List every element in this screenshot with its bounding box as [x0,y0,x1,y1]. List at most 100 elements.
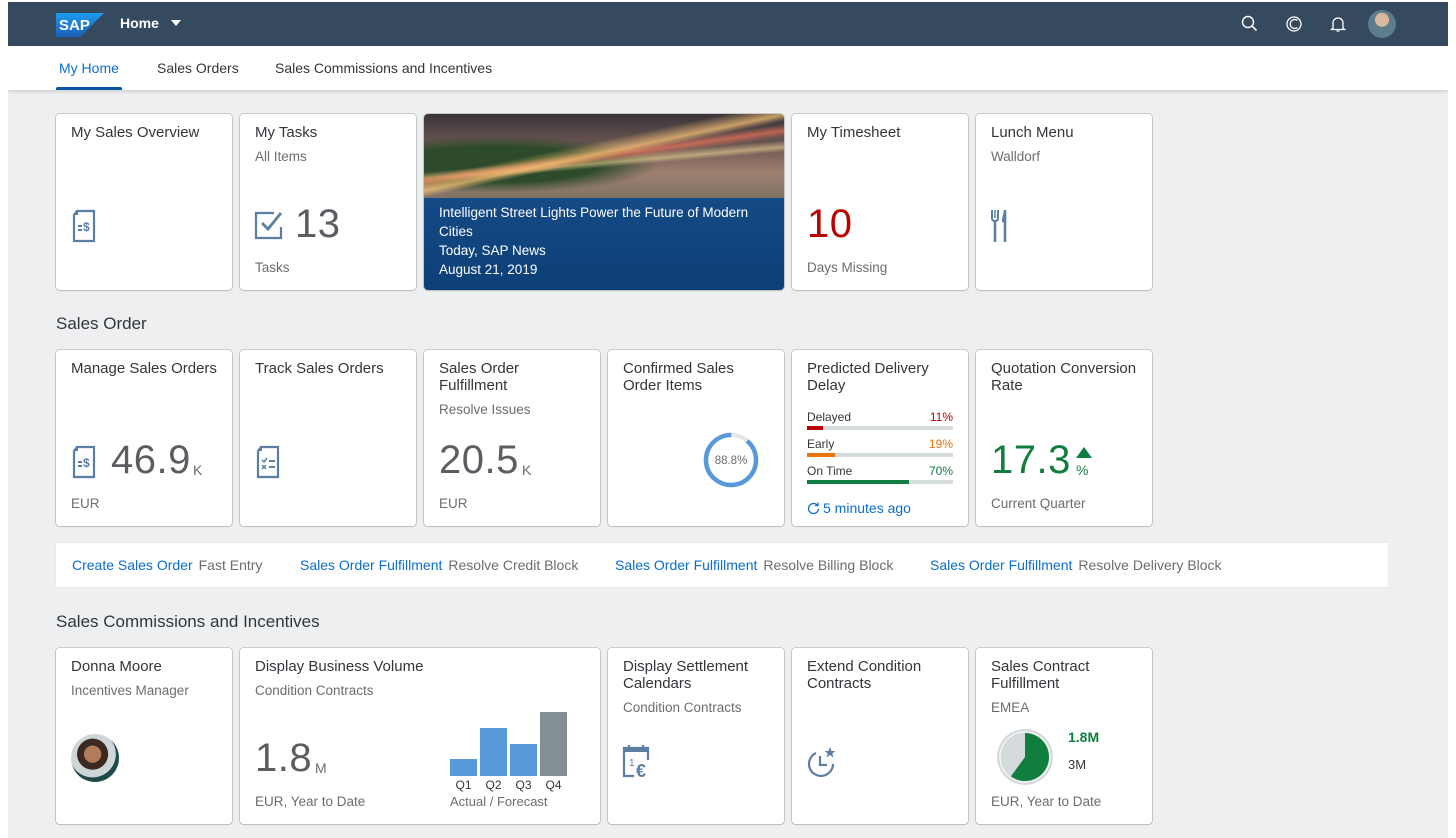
tab-my-home[interactable]: My Home [59,60,119,76]
tile-title: Quotation Conversion Rate [991,360,1137,394]
tile-title: Confirmed Sales Order Items [623,360,734,394]
link-resolve-credit-block[interactable]: Sales Order Fulfillment Resolve Credit Bl… [300,557,578,573]
svg-text:1: 1 [629,758,635,769]
radial-progress: 88.8% [703,432,759,488]
tile-display-settlement-calendars[interactable]: Display Settlement Calendars Condition C… [608,648,784,824]
active-tab-indicator [56,87,122,90]
tile-title: Lunch Menu [991,124,1074,141]
chart-tick-label: Q2 [485,778,502,792]
link-title: Sales Order Fulfillment [930,557,1073,573]
news-image [424,114,784,198]
tile-extend-condition-contracts[interactable]: Extend Condition Contracts [792,648,968,824]
sales-document-icon: $ [72,209,96,243]
news-date: August 21, 2019 [439,262,538,277]
task-check-icon [254,211,283,240]
tile-my-sales-overview[interactable]: My Sales Overview $ [56,114,232,290]
tab-sales-orders[interactable]: Sales Orders [157,60,239,76]
home-menu-button[interactable]: Home [120,15,181,31]
chart-bar-q3 [510,743,537,776]
delay-fill [807,480,910,484]
copilot-icon[interactable] [1284,14,1304,34]
tile-my-tasks[interactable]: My Tasks All Items 13 Tasks [240,114,416,290]
refresh-icon [807,502,820,514]
kpi-unit: K [193,462,203,478]
tile-subtitle: Walldorf [991,149,1041,164]
tile-footer: EUR [439,496,468,511]
news-source: Today, SAP News [439,243,546,258]
delay-label: Delayed [807,410,852,424]
tile-contact-donna-moore[interactable]: Donna Moore Incentives Manager [56,648,232,824]
link-title: Sales Order Fulfillment [300,557,443,573]
search-icon[interactable] [1240,14,1260,34]
chart-bar-q2 [480,727,507,776]
svg-text:$: $ [83,456,90,470]
delay-fill [807,453,835,457]
tile-subtitle: Condition Contracts [623,700,742,715]
contact-role: Incentives Manager [71,683,189,698]
tile-title: Display Settlement Calendars [623,658,749,692]
delay-value: 11% [929,410,953,424]
link-create-sales-order[interactable]: Create Sales Order Fast Entry [72,557,262,573]
chart-tick-label: Q1 [455,778,472,792]
tile-predicted-delivery-delay[interactable]: Predicted Delivery Delay Delayed 11% Ear… [792,350,968,526]
sales-document-icon: $ [72,445,96,479]
history-star-icon [807,747,836,777]
link-title: Sales Order Fulfillment [615,557,758,573]
tab-sales-commissions[interactable]: Sales Commissions and Incentives [275,60,492,76]
section-title-sales-order: Sales Order [56,314,147,333]
link-tiles: Create Sales Order Fast Entry Sales Order… [56,543,1388,587]
tile-title: Display Business Volume [255,658,424,675]
link-subtitle: Resolve Credit Block [448,557,579,573]
tile-subtitle: Condition Contracts [255,683,374,698]
kpi-value: 46.9 [111,438,191,482]
link-resolve-billing-block[interactable]: Sales Order Fulfillment Resolve Billing B… [615,557,893,573]
chart-bar-q1 [450,758,477,776]
contact-avatar [71,734,119,782]
meal-icon [991,210,1007,242]
tile-footer: Days Missing [807,260,888,275]
delay-fill [807,426,824,430]
fulfillment-pie [997,729,1053,785]
tile-title: Sales Contract Fulfillment [991,658,1090,692]
kpi-value: 17.3 [991,438,1071,482]
contact-name: Donna Moore [71,658,162,675]
tile-confirmed-sales-order-items[interactable]: Confirmed Sales Order Items 88.8% [608,350,784,526]
sap-logo[interactable]: SAP [56,13,104,37]
launchpad: SAP Home My Home Sales Orders Sales Comm… [8,2,1448,838]
tile-subtitle: EMEA [991,700,1030,715]
tile-manage-sales-orders[interactable]: Manage Sales Orders $ 46.9 K EUR [56,350,232,526]
tile-news[interactable]: Intelligent Street Lights Power the Futu… [424,114,784,290]
chart-bar-q4 [540,712,567,776]
tile-track-sales-orders[interactable]: Track Sales Orders [240,350,416,526]
delay-track [807,453,953,457]
svg-text:€: € [636,761,646,778]
calendar-euro-icon: 1 € [622,745,650,778]
tile-sales-order-fulfillment[interactable]: Sales Order Fulfillment Resolve Issues 2… [424,350,600,526]
tile-subtitle: Resolve Issues [439,402,531,417]
tile-sales-contract-fulfillment[interactable]: Sales Contract Fulfillment EMEA 1.8M 3M … [976,648,1152,824]
tile-title: Predicted Delivery Delay [807,360,929,394]
link-subtitle: Resolve Delivery Block [1078,557,1222,573]
delay-value: 19% [928,437,953,451]
tile-quotation-conversion-rate[interactable]: Quotation Conversion Rate 17.3 % Current… [976,350,1152,526]
tile-my-timesheet[interactable]: My Timesheet 10 Days Missing [792,114,968,290]
link-resolve-delivery-block[interactable]: Sales Order Fulfillment Resolve Delivery … [930,557,1222,573]
notifications-icon[interactable] [1328,14,1348,34]
logo-text: SAP [59,17,90,34]
radial-label: 88.8% [715,455,748,467]
shell-bar: SAP Home [8,2,1448,46]
tile-footer: EUR, Year to Date [255,794,366,809]
kpi-unit: M [315,760,327,776]
tile-footer: Tasks [255,260,290,275]
tile-display-business-volume[interactable]: Display Business Volume Condition Contra… [240,648,600,824]
tile-footer: Current Quarter [991,496,1086,511]
column-chart: Q1 Q2 Q3 Q4 [450,702,570,798]
tile-footer: EUR [71,496,100,511]
refresh-button[interactable]: 5 minutes ago [807,500,911,516]
news-headline: Intelligent Street Lights Power the Futu… [439,205,749,239]
tile-lunch-menu[interactable]: Lunch Menu Walldorf [976,114,1152,290]
target-value: 3M [1068,757,1087,772]
kpi-value: 1.8 [255,736,313,780]
user-avatar[interactable] [1368,10,1396,38]
kpi-unit: K [522,462,532,478]
